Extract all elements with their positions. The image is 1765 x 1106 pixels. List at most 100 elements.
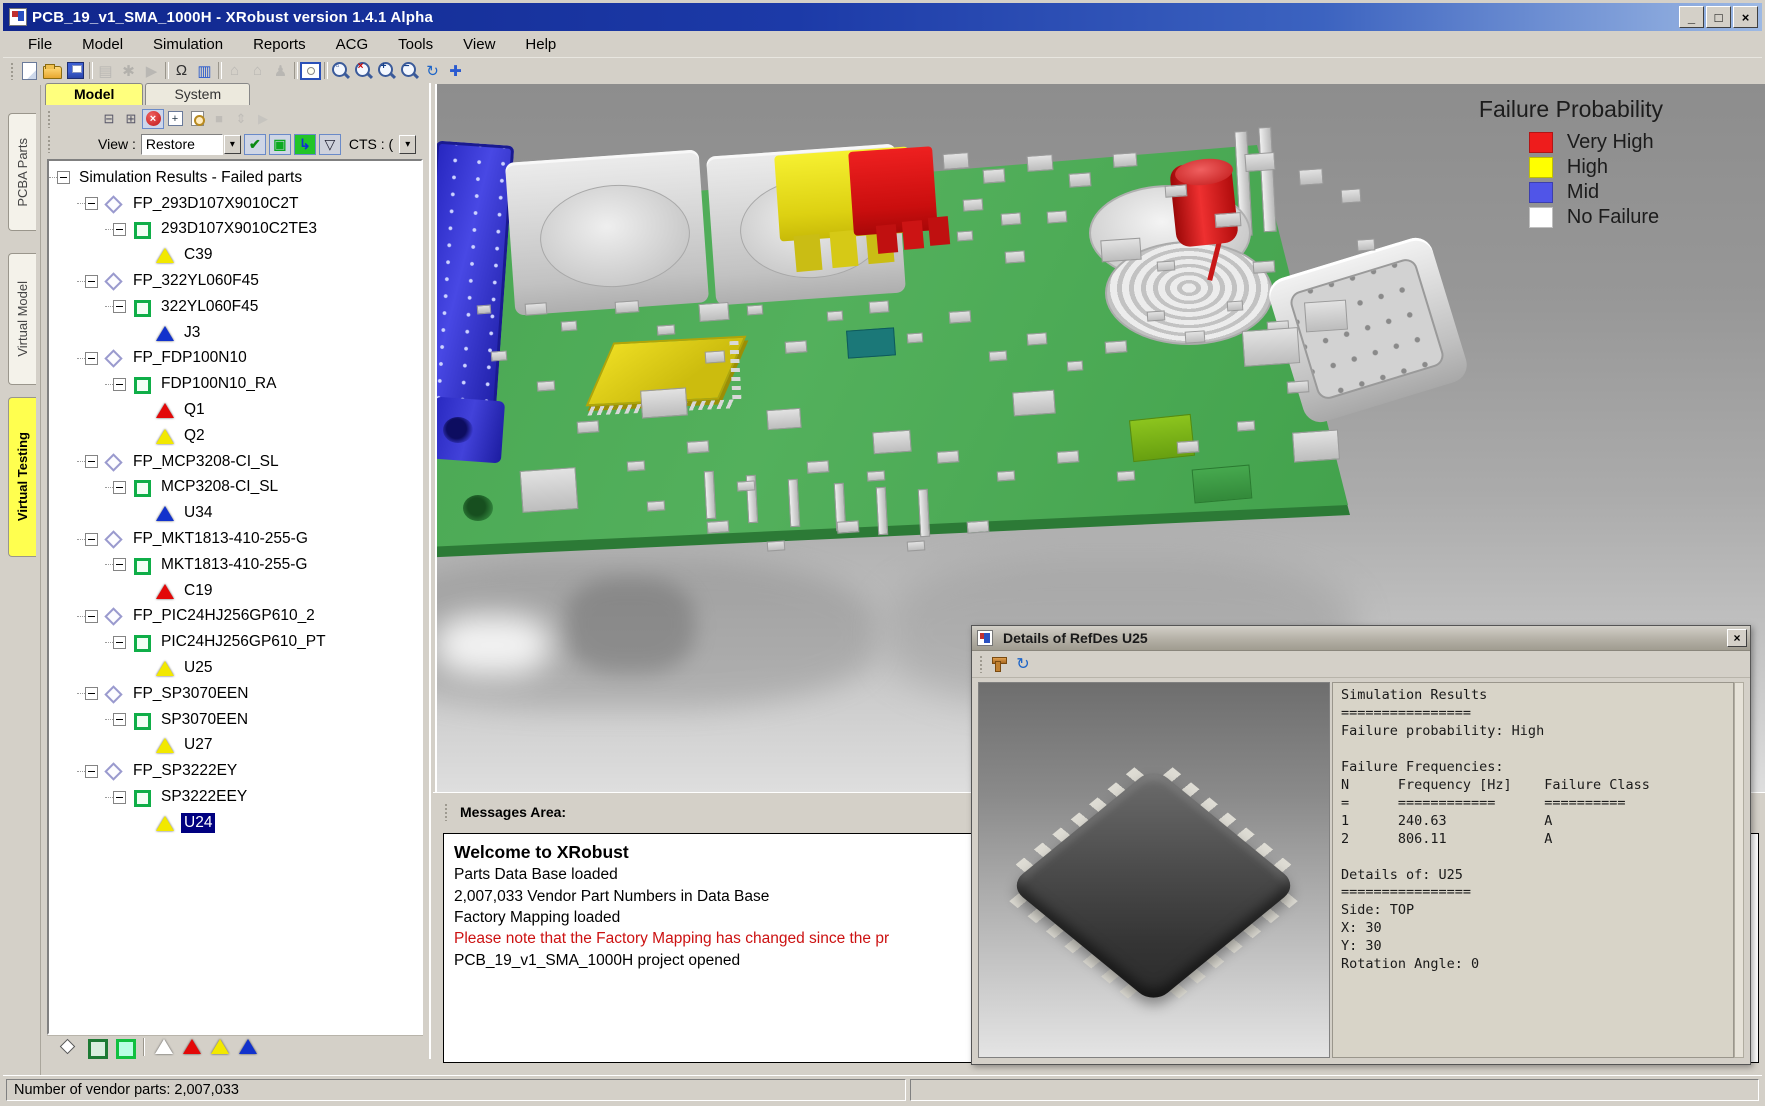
toolbar-icon[interactable]: ↻ [421, 60, 444, 81]
tree-expander[interactable] [113, 713, 126, 726]
green-soic[interactable] [1192, 465, 1253, 504]
toolbar-icon[interactable]: ▫ [329, 60, 352, 81]
menu-item[interactable]: Help [510, 33, 571, 56]
tree-row[interactable]: MCP3208-CI_SL [49, 475, 421, 501]
tree-row[interactable]: FP_PIC24HJ256GP610_2 [49, 604, 421, 630]
panel-tool-icon[interactable]: ⊟ [98, 109, 120, 129]
tree-expander[interactable] [113, 300, 126, 313]
toolbar-icon[interactable] [299, 60, 322, 81]
toolbar-icon[interactable]: + [375, 60, 398, 81]
tree-row[interactable]: FP_293D107X9010C2T [49, 191, 421, 217]
tree-row[interactable]: 293D107X9010C2TE3 [49, 217, 421, 243]
tree-expander[interactable] [113, 223, 126, 236]
panel-tool-icon[interactable] [164, 109, 186, 129]
view-button[interactable]: ↳ [294, 134, 316, 155]
component-3d-preview[interactable] [978, 682, 1330, 1058]
details-close-button[interactable]: × [1727, 629, 1747, 647]
toolbar-icon[interactable] [322, 60, 329, 81]
side-tab-pcba-parts[interactable]: PCBA Parts [8, 113, 36, 231]
tree-row[interactable]: U34 [49, 500, 421, 526]
tree-row[interactable]: 322YL060F45 [49, 294, 421, 320]
minimize-button[interactable]: _ [1679, 6, 1704, 28]
tree-expander[interactable] [57, 171, 70, 184]
tree-row[interactable]: U25 [49, 655, 421, 681]
panel-tool-icon[interactable] [142, 109, 164, 129]
details-title-bar[interactable]: Details of RefDes U25 × [972, 626, 1750, 651]
panel-tab[interactable]: Model [45, 83, 143, 105]
cts-dropdown-arrow[interactable]: ▾ [399, 135, 416, 154]
toolbar-icon[interactable] [163, 60, 170, 81]
toolbar-icon[interactable] [64, 60, 87, 81]
tree-expander[interactable] [85, 197, 98, 210]
maximize-button[interactable]: □ [1706, 6, 1731, 28]
details-toolbar-grip[interactable] [979, 655, 984, 673]
details-text-panel[interactable]: Simulation Results ================ Fail… [1332, 682, 1734, 1058]
toolbar-icon[interactable]: ⌂ [223, 60, 246, 81]
panel-toolbar-grip[interactable] [47, 110, 52, 128]
tree-expander[interactable] [85, 275, 98, 288]
details-scrollbar[interactable] [1734, 682, 1744, 1058]
view-button[interactable]: ✔ [244, 134, 266, 155]
tree-row[interactable]: FDP100N10_RA [49, 371, 421, 397]
toolbar-icon[interactable]: ♟ [269, 60, 292, 81]
tree-expander[interactable] [85, 352, 98, 365]
toolbar-icon[interactable]: − [398, 60, 421, 81]
toolbar-icon[interactable] [18, 60, 41, 81]
toolbar-grip[interactable] [10, 62, 15, 80]
tree-row[interactable]: PIC24HJ256GP610_PT [49, 629, 421, 655]
messages-grip[interactable] [444, 803, 449, 821]
panel-tool-icon[interactable]: ■ [208, 109, 230, 129]
toolbar-icon[interactable]: ⌂ [246, 60, 269, 81]
panel-tool-icon[interactable]: ▶ [252, 109, 274, 129]
tree-expander[interactable] [85, 687, 98, 700]
view-mode-select[interactable]: Restore [141, 134, 223, 155]
toolbar-icon[interactable]: ✱ [117, 60, 140, 81]
view-mode-dropdown-arrow[interactable]: ▾ [224, 135, 241, 154]
tree-row[interactable]: MKT1813-410-255-G [49, 552, 421, 578]
toolbar-icon[interactable] [292, 60, 299, 81]
toolbar-icon[interactable] [216, 60, 223, 81]
tree-row[interactable]: U24 [49, 810, 421, 836]
tree-row[interactable]: FP_SP3222EY [49, 758, 421, 784]
side-tab-virtual-testing[interactable]: Virtual Testing [8, 397, 36, 557]
tree-expander[interactable] [85, 533, 98, 546]
tree-expander[interactable] [113, 636, 126, 649]
tree-row[interactable]: Q1 [49, 397, 421, 423]
tree-row[interactable]: FP_MCP3208-CI_SL [49, 449, 421, 475]
tree-row[interactable]: FP_MKT1813-410-255-G [49, 526, 421, 552]
panel-tool-icon[interactable]: ⊞ [120, 109, 142, 129]
tree-row[interactable]: FP_FDP100N10 [49, 346, 421, 372]
close-button[interactable]: × [1733, 6, 1758, 28]
menu-item[interactable]: Reports [238, 33, 321, 56]
details-window[interactable]: Details of RefDes U25 × ↻ Simulation Res… [971, 625, 1751, 1065]
details-tool-icon[interactable]: ↻ [1011, 653, 1035, 675]
side-tab-virtual-model[interactable]: Virtual Model [8, 253, 36, 385]
view-toolbar-grip[interactable] [47, 135, 52, 153]
tree-expander[interactable] [113, 791, 126, 804]
tree-row[interactable]: Simulation Results - Failed parts [49, 165, 421, 191]
tree-expander[interactable] [113, 558, 126, 571]
toolbar-icon[interactable] [87, 60, 94, 81]
tree-expander[interactable] [113, 378, 126, 391]
menu-item[interactable]: Model [67, 33, 138, 56]
tree-expander[interactable] [85, 455, 98, 468]
panel-tool-icon[interactable] [186, 109, 208, 129]
details-tool-icon[interactable] [987, 653, 1011, 675]
panel-tab[interactable]: System [145, 83, 250, 105]
view-button[interactable]: ▣ [269, 134, 291, 155]
tree-expander[interactable] [85, 610, 98, 623]
tree-row[interactable]: J3 [49, 320, 421, 346]
tree-row[interactable]: C19 [49, 578, 421, 604]
toolbar-icon[interactable]: × [352, 60, 375, 81]
title-bar[interactable]: PCB_19_v1_SMA_1000H - XRobust version 1.… [3, 3, 1762, 31]
tree-row[interactable]: FP_322YL060F45 [49, 268, 421, 294]
view-button[interactable]: ▽ [319, 134, 341, 155]
toolbar-icon[interactable]: ▥ [193, 60, 216, 81]
toolbar-icon[interactable]: Ω [170, 60, 193, 81]
menu-item[interactable]: Tools [383, 33, 448, 56]
toolbar-icon[interactable] [41, 60, 64, 81]
panel-tool-icon[interactable]: ⇕ [230, 109, 252, 129]
menu-item[interactable]: Simulation [138, 33, 238, 56]
lime-chip[interactable] [1129, 414, 1195, 462]
toolbar-icon[interactable]: ✚ [444, 60, 467, 81]
